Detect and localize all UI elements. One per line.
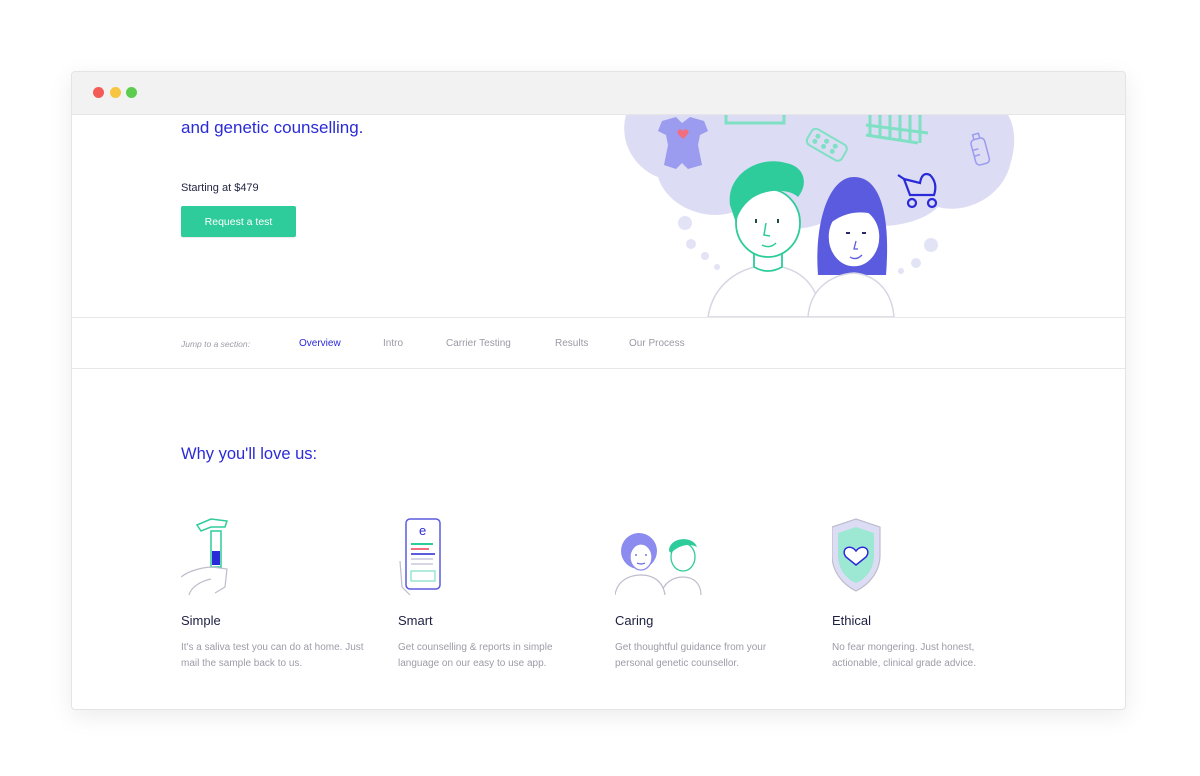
close-window-dot[interactable] [93, 87, 104, 98]
feature-caring-title: Caring [615, 613, 654, 628]
shield-heart-icon [832, 518, 881, 592]
feature-ethical-title: Ethical [832, 613, 872, 628]
feature-simple: Simple It's a saliva test you can do at … [181, 517, 371, 669]
jump-link-carrier-testing[interactable]: Carrier Testing [446, 338, 511, 349]
phone-app-icon: e [399, 518, 441, 595]
feature-smart: e Smart Get counselling & reports in sim… [398, 517, 588, 669]
jump-link-results[interactable]: Results [555, 338, 588, 349]
jump-nav-label: Jump to a section: [181, 339, 250, 349]
svg-text:e: e [419, 523, 426, 538]
hero-title: and genetic counselling. [181, 118, 364, 137]
couple-illustration [624, 115, 1015, 317]
feature-ethical: Ethical No fear mongering. Just honest, … [832, 517, 1022, 669]
request-test-button[interactable]: Request a test [181, 206, 296, 237]
saliva-tube-icon [181, 518, 229, 595]
minimize-window-dot[interactable] [110, 87, 121, 98]
feature-caring: Caring Get thoughtful guidance from your… [615, 517, 805, 669]
window-titlebar [72, 72, 1125, 115]
jump-link-intro[interactable]: Intro [383, 338, 403, 349]
browser-window: and genetic counselling. Starting at $47… [71, 71, 1126, 710]
starting-price: Starting at $479 [181, 182, 259, 194]
why-section-title: Why you'll love us: [181, 445, 318, 463]
feature-smart-desc: Get counselling & reports in simple lang… [398, 642, 553, 669]
feature-ethical-desc: No fear mongering. Just honest, actionab… [832, 642, 976, 669]
jump-link-overview[interactable]: Overview [299, 338, 341, 349]
page-content: and genetic counselling. Starting at $47… [72, 115, 1125, 709]
feature-simple-desc: It's a saliva test you can do at home. J… [181, 642, 364, 669]
counsellor-people-icon [615, 533, 702, 595]
maximize-window-dot[interactable] [126, 87, 137, 98]
feature-smart-title: Smart [398, 613, 433, 628]
section-jump-nav: Jump to a section: Overview Intro Carrie… [72, 317, 1125, 369]
jump-link-our-process[interactable]: Our Process [629, 338, 685, 349]
feature-simple-title: Simple [181, 613, 221, 628]
feature-caring-desc: Get thoughtful guidance from your person… [615, 642, 767, 669]
